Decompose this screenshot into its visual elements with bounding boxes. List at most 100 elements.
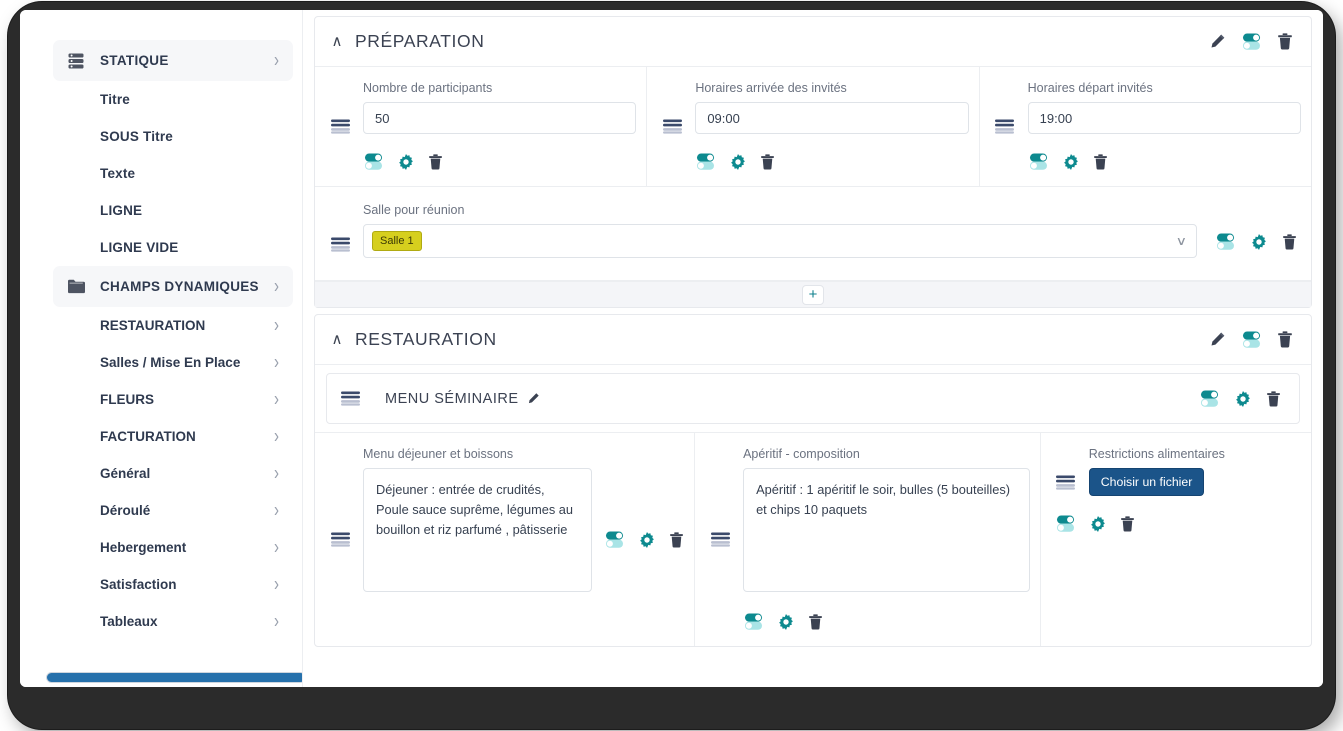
preparation-select-row: Salle pour réunion Salle 1 ∨ — [315, 187, 1311, 281]
sidebar-item-label: LIGNE VIDE — [100, 240, 279, 255]
sidebar-item-label: Hebergement — [100, 540, 274, 555]
sidebar-item-tableaux[interactable]: Tableaux › — [53, 603, 293, 640]
app-screen: STATIQUE › Titre SOUS Titre Texte LIGNE … — [20, 10, 1323, 687]
trash-icon[interactable] — [1282, 234, 1297, 250]
sidebar-item-satisfaction[interactable]: Satisfaction › — [53, 566, 293, 603]
field-label: Apéritif - composition — [743, 447, 1030, 461]
toggle-on-icon[interactable] — [1241, 329, 1262, 350]
field-horaires-depart: Horaires départ invités — [980, 67, 1311, 186]
gear-icon[interactable] — [398, 154, 414, 170]
field-tools — [1028, 151, 1301, 172]
drag-handle-icon[interactable] — [329, 237, 351, 258]
sidebar-item-general[interactable]: Général › — [53, 455, 293, 492]
toggle-on-icon[interactable] — [1241, 31, 1262, 52]
add-field-strip: + — [315, 281, 1311, 307]
collapse-caret-icon[interactable]: ∧ — [326, 34, 348, 49]
horaires-depart-input[interactable] — [1028, 102, 1301, 134]
section-header-restauration: ∧ RESTAURATION — [315, 315, 1311, 365]
trash-icon[interactable] — [1120, 516, 1135, 532]
device-bezel: STATIQUE › Titre SOUS Titre Texte LIGNE … — [8, 2, 1335, 729]
field-tools — [743, 611, 1030, 632]
sidebar-item-sous-titre[interactable]: SOUS Titre — [53, 118, 293, 155]
sidebar-group-champs-dynamiques[interactable]: CHAMPS DYNAMIQUES › — [53, 266, 293, 307]
participants-input[interactable] — [363, 102, 636, 134]
sidebar-group-label: CHAMPS DYNAMIQUES — [100, 279, 274, 294]
menu-dejeuner-textarea[interactable] — [363, 468, 592, 592]
field-body: Restrictions alimentaires Choisir — [1055, 447, 1301, 534]
trash-icon[interactable] — [1266, 391, 1281, 407]
sidebar-item-label: Texte — [100, 166, 279, 181]
sidebar-item-ligne-vide[interactable]: LIGNE VIDE — [53, 229, 293, 266]
drag-handle-icon[interactable] — [339, 391, 361, 406]
trash-icon[interactable] — [428, 154, 443, 170]
trash-icon[interactable] — [1093, 154, 1108, 170]
menu-seminaire-actions — [1199, 388, 1281, 409]
sidebar-item-label: LIGNE — [100, 203, 279, 218]
sidebar-item-label: FACTURATION — [100, 429, 274, 444]
toggle-on-icon[interactable] — [604, 529, 625, 550]
pencil-icon[interactable] — [1209, 331, 1226, 348]
sidebar-item-hebergement[interactable]: Hebergement › — [53, 529, 293, 566]
toggle-on-icon[interactable] — [695, 151, 716, 172]
gear-icon[interactable] — [730, 154, 746, 170]
gear-icon[interactable] — [1251, 234, 1267, 250]
toggle-on-icon[interactable] — [743, 611, 764, 632]
sidebar-item-restauration[interactable]: RESTAURATION › — [53, 307, 293, 344]
gear-icon[interactable] — [639, 532, 655, 548]
chevron-right-icon: › — [274, 537, 279, 557]
drag-handle-icon[interactable] — [994, 81, 1016, 172]
sidebar-group-statique[interactable]: STATIQUE › — [53, 40, 293, 81]
sidebar-item-facturation[interactable]: FACTURATION › — [53, 418, 293, 455]
sidebar-item-label: RESTAURATION — [100, 318, 274, 333]
trash-icon[interactable] — [669, 532, 684, 548]
horaires-arrivee-input[interactable] — [695, 102, 968, 134]
toggle-on-icon[interactable] — [1055, 513, 1076, 534]
chevron-right-icon: › — [274, 574, 279, 594]
chevron-right-icon: › — [274, 50, 279, 70]
field-label: Horaires départ invités — [1028, 81, 1301, 95]
choose-file-button[interactable]: Choisir un fichier — [1089, 468, 1205, 496]
toggle-on-icon[interactable] — [1199, 388, 1220, 409]
field-body: Horaires départ invités — [1028, 81, 1301, 172]
drag-handle-icon[interactable] — [1055, 475, 1077, 490]
sidebar-item-ligne[interactable]: LIGNE — [53, 192, 293, 229]
salle-select[interactable]: Salle 1 ∨ — [363, 224, 1197, 258]
pencil-icon[interactable] — [1209, 33, 1226, 50]
toggle-on-icon[interactable] — [1028, 151, 1049, 172]
chevron-down-icon: ∨ — [1176, 234, 1187, 248]
collapse-caret-icon[interactable]: ∧ — [326, 332, 348, 347]
sidebar-item-titre[interactable]: Titre — [53, 81, 293, 118]
drag-handle-icon[interactable] — [661, 81, 683, 172]
aperitif-textarea[interactable] — [743, 468, 1030, 592]
trash-icon[interactable] — [808, 614, 823, 630]
section-actions — [1209, 329, 1293, 350]
trash-icon[interactable] — [760, 154, 775, 170]
field-body: Menu déjeuner et boissons — [363, 447, 592, 632]
trash-icon[interactable] — [1277, 33, 1293, 50]
sidebar-item-salles-mise-en-place[interactable]: Salles / Mise En Place › — [53, 344, 293, 381]
drag-handle-icon[interactable] — [329, 81, 351, 172]
gear-icon[interactable] — [778, 614, 794, 630]
pencil-icon[interactable] — [527, 392, 540, 405]
field-menu-dejeuner: Menu déjeuner et boissons — [315, 433, 695, 646]
drag-handle-icon[interactable] — [329, 447, 351, 632]
menu-seminaire-header: MENU SÉMINAIRE — [327, 374, 1299, 423]
trash-icon[interactable] — [1277, 331, 1293, 348]
main-content: ∧ PRÉPARATION — [303, 10, 1323, 687]
toggle-on-icon[interactable] — [1215, 231, 1236, 252]
sidebar-item-texte[interactable]: Texte — [53, 155, 293, 192]
field-label: Restrictions alimentaires — [1089, 447, 1301, 461]
field-body: Horaires arrivée des invités — [695, 81, 968, 172]
field-aperitif-composition: Apéritif - composition — [695, 433, 1041, 646]
gear-icon[interactable] — [1063, 154, 1079, 170]
sidebar-item-fleurs[interactable]: FLEURS › — [53, 381, 293, 418]
drag-handle-icon[interactable] — [709, 447, 731, 632]
gear-icon[interactable] — [1090, 516, 1106, 532]
gear-icon[interactable] — [1235, 391, 1251, 407]
sidebar-horizontal-scrollbar[interactable] — [46, 672, 303, 683]
add-field-button[interactable]: + — [802, 285, 824, 305]
chevron-right-icon: › — [274, 463, 279, 483]
toggle-on-icon[interactable] — [363, 151, 384, 172]
field-label: Menu déjeuner et boissons — [363, 447, 592, 461]
sidebar-item-deroule[interactable]: Déroulé › — [53, 492, 293, 529]
